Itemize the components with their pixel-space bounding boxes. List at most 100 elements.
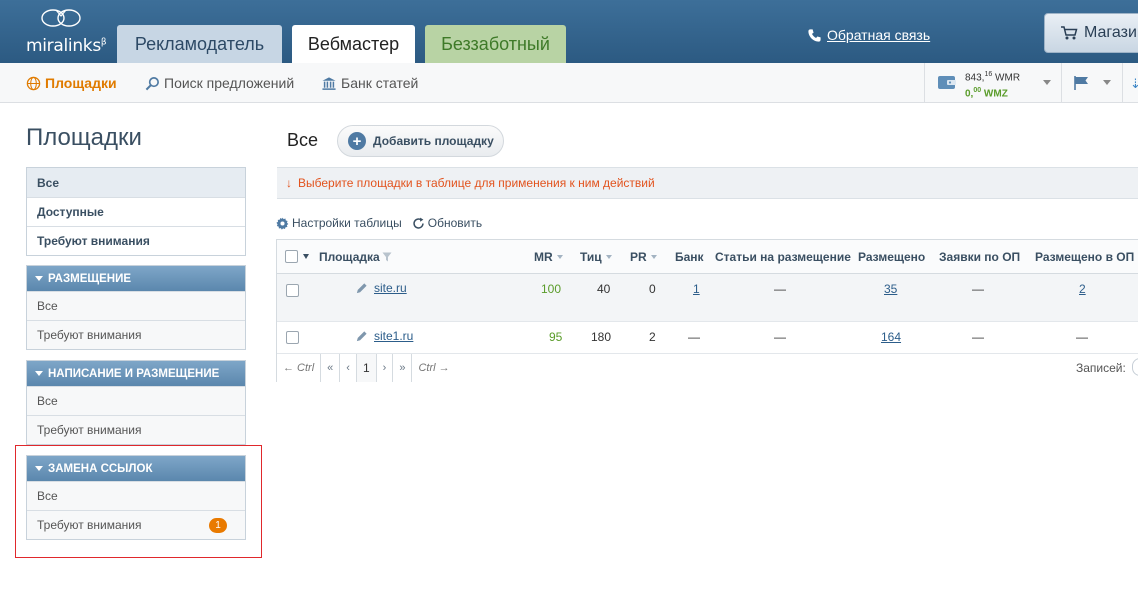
- row-checkbox[interactable]: [286, 331, 299, 344]
- placed-value[interactable]: 35: [884, 282, 897, 296]
- subnav-sites[interactable]: Площадки: [26, 63, 117, 103]
- chevron-down-icon[interactable]: [1103, 80, 1111, 85]
- last-page-button[interactable]: »: [393, 354, 413, 382]
- select-all-checkbox[interactable]: [285, 250, 298, 263]
- wallet-wmz: 0,00 WMZ: [965, 87, 1008, 100]
- wallet-balance[interactable]: 843,16 WMR 0,00 WMZ: [924, 63, 1062, 103]
- shop-label: Магазин: [1084, 24, 1138, 41]
- subnav-bank-label: Банк статей: [341, 75, 419, 91]
- table-row[interactable]: site1.ru 95 180 2 — — 164 — —: [277, 322, 1138, 354]
- miralinks-logo[interactable]: miralinksβ: [26, 6, 107, 58]
- placed-op-value[interactable]: 2: [1079, 282, 1086, 296]
- tab-webmaster[interactable]: Вебмастер: [292, 25, 415, 63]
- section-writing-title: Написание и размещение: [48, 367, 220, 380]
- tic-value: 40: [597, 282, 611, 296]
- shop-button[interactable]: Магазин: [1044, 13, 1138, 53]
- notice-text: Выберите площадки в таблице для применен…: [298, 176, 655, 190]
- site-link[interactable]: site1.ru: [374, 329, 413, 343]
- filter-all[interactable]: Все: [27, 168, 245, 197]
- arrow-down-icon: ↓: [286, 176, 292, 190]
- sort-icon: [556, 255, 563, 259]
- first-page-button[interactable]: «: [321, 354, 341, 382]
- filter-attention[interactable]: Требуют внимания: [27, 226, 245, 255]
- section-writing-header[interactable]: Написание и размещение: [27, 361, 245, 386]
- logo-text: miralinksβ: [26, 36, 107, 56]
- tab-carefree[interactable]: Беззаботный: [425, 25, 566, 63]
- add-site-label: Добавить площадку: [373, 134, 494, 148]
- triangle-down-icon: [35, 276, 43, 281]
- articles-value: —: [774, 330, 786, 344]
- refresh-label: Обновить: [427, 216, 483, 230]
- next-ctrl-hint: Ctrl →: [418, 362, 450, 374]
- col-bank[interactable]: Банк: [675, 250, 704, 264]
- col-site[interactable]: Площадка: [319, 250, 392, 264]
- sort-icon: [605, 255, 612, 259]
- refresh-icon: [413, 217, 424, 229]
- wallet-wmr: 843,16 WMR: [965, 71, 1021, 84]
- mr-value: 95: [549, 330, 563, 344]
- chevron-down-icon[interactable]: [303, 254, 309, 259]
- table-row[interactable]: site.ru 100 40 0 1 — 35 — 2: [277, 274, 1138, 322]
- section-placement-header[interactable]: Размещение: [27, 266, 245, 291]
- pr-value: 2: [649, 330, 656, 344]
- feedback-label: Обратная связь: [827, 27, 931, 43]
- pagination: ← Ctrl « ‹ 1 › » Ctrl →: [277, 354, 456, 382]
- site-link[interactable]: site.ru: [374, 281, 407, 295]
- arrow-icon[interactable]: ⇣: [1130, 76, 1138, 92]
- col-requests[interactable]: Заявки по ОП: [939, 250, 1020, 264]
- gear-icon: [276, 217, 289, 230]
- next-page-button[interactable]: ›: [377, 354, 394, 382]
- records-select[interactable]: [1132, 358, 1138, 376]
- plus-icon: +: [348, 132, 366, 150]
- notice-bar: ↓ Выберите площадки в таблице для примен…: [277, 167, 1138, 199]
- tic-value: 180: [591, 330, 612, 344]
- pr-value: 0: [649, 282, 656, 296]
- top-header: miralinksβ Рекламодатель Вебмастер Безза…: [0, 0, 1138, 63]
- page-title: Площадки: [26, 124, 142, 151]
- prev-page-button[interactable]: ‹: [340, 354, 357, 382]
- subnav-article-bank[interactable]: Банк статей: [321, 63, 418, 103]
- col-pr[interactable]: PR: [630, 250, 657, 264]
- subnav-search-offers[interactable]: Поиск предложений: [145, 63, 294, 103]
- refresh-button[interactable]: Обновить: [412, 216, 482, 230]
- logo-mark-icon: [41, 9, 81, 27]
- main-title: Все: [287, 130, 319, 150]
- col-mr[interactable]: MR: [534, 250, 563, 264]
- col-placed-op[interactable]: Размещено в ОП: [1035, 250, 1134, 264]
- row-checkbox[interactable]: [286, 284, 299, 297]
- bank-value: —: [688, 330, 700, 344]
- placement-attention[interactable]: Требуют внимания: [27, 320, 245, 349]
- page-number[interactable]: 1: [356, 354, 377, 382]
- flag-icon[interactable]: [1073, 75, 1091, 91]
- col-tic[interactable]: Тиц: [580, 250, 612, 264]
- records-label: Записей:: [1076, 361, 1126, 375]
- feedback-link[interactable]: Обратная связь: [807, 27, 930, 43]
- search-icon: [145, 76, 159, 90]
- add-site-button[interactable]: + Добавить площадку: [337, 125, 504, 157]
- placed-value[interactable]: 164: [881, 330, 901, 344]
- pencil-icon[interactable]: [355, 330, 368, 343]
- phone-icon: [808, 28, 821, 42]
- filter-icon[interactable]: [382, 252, 392, 262]
- col-placed[interactable]: Размещено: [858, 250, 925, 264]
- triangle-down-icon: [35, 371, 43, 376]
- prev-ctrl-hint: ← Ctrl: [277, 354, 322, 382]
- table-footer: ← Ctrl « ‹ 1 › » Ctrl → Записей:: [277, 354, 1138, 382]
- placement-all[interactable]: Все: [27, 291, 245, 320]
- pencil-icon[interactable]: [355, 282, 368, 295]
- cart-icon: [1061, 26, 1078, 40]
- sort-icon: [650, 255, 657, 259]
- table-settings-button[interactable]: Настройки таблицы: [276, 216, 402, 230]
- filter-available[interactable]: Доступные: [27, 197, 245, 226]
- subnav-sites-label: Площадки: [45, 75, 117, 91]
- writing-attention[interactable]: Требуют внимания: [27, 415, 245, 444]
- chevron-down-icon[interactable]: [1043, 80, 1051, 85]
- col-articles[interactable]: Статьи на размещение: [715, 250, 851, 264]
- sub-navigation: Площадки Поиск предложений Банк статей 8…: [0, 63, 1138, 103]
- bank-value[interactable]: 1: [693, 282, 700, 296]
- writing-all[interactable]: Все: [27, 386, 245, 415]
- filter-box: Все Доступные Требуют внимания: [26, 167, 246, 256]
- tab-advertiser[interactable]: Рекламодатель: [117, 25, 282, 63]
- site-cell: site1.ru: [355, 329, 413, 343]
- section-writing-placement: Написание и размещение Все Требуют внима…: [26, 360, 246, 445]
